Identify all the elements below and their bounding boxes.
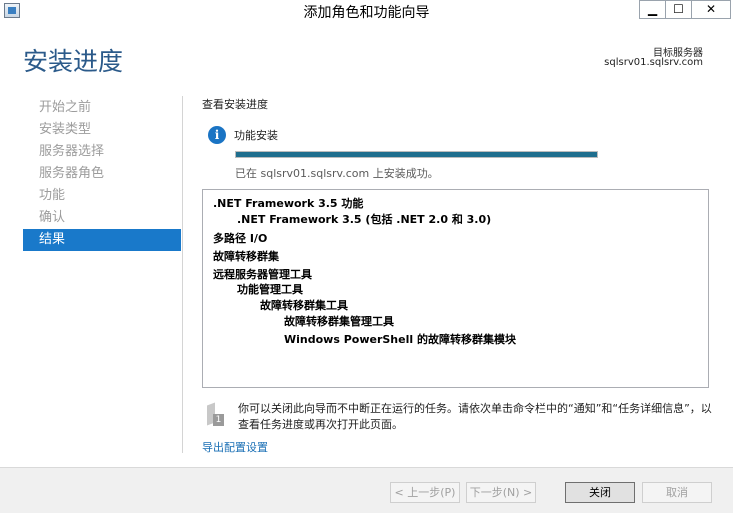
page-title: 安装进度	[23, 47, 124, 76]
close-window-button[interactable]: ✕	[691, 0, 731, 19]
info-icon: i	[208, 126, 226, 144]
install-status-text: 已在 sqlsrv01.sqlsrv.com 上安装成功。	[235, 167, 439, 180]
nav-item-server-selection[interactable]: 服务器选择	[23, 141, 181, 163]
minimize-button[interactable]: ▁	[639, 0, 666, 19]
target-server-name: sqlsrv01.sqlsrv.com	[604, 57, 703, 68]
nav-item-installation-type[interactable]: 安装类型	[23, 119, 181, 141]
nav-divider	[182, 96, 183, 453]
nav-item-results[interactable]: 结果	[23, 229, 181, 251]
result-item: Windows PowerShell 的故障转移群集模块	[284, 333, 516, 346]
progress-fill	[236, 152, 597, 157]
result-item: 故障转移群集工具	[260, 299, 348, 312]
result-item: 故障转移群集管理工具	[284, 315, 394, 328]
previous-button[interactable]: < 上一步(P)	[390, 482, 460, 503]
cancel-button[interactable]: 取消	[642, 482, 712, 503]
result-item: 远程服务器管理工具	[213, 268, 312, 281]
next-button[interactable]: 下一步(N) >	[466, 482, 536, 503]
nav-item-before-you-begin[interactable]: 开始之前	[23, 97, 181, 119]
nav-item-features[interactable]: 功能	[23, 185, 181, 207]
install-progress-bar	[235, 151, 598, 158]
nav-item-confirmation[interactable]: 确认	[23, 207, 181, 229]
close-button[interactable]: 关闭	[565, 482, 635, 503]
result-item: 功能管理工具	[237, 283, 303, 296]
section-title: 查看安装进度	[202, 98, 268, 111]
window-title: 添加角色和功能向导	[303, 5, 430, 21]
title-bar: 添加角色和功能向导 ▁ ☐ ✕	[0, 0, 733, 22]
result-item: 故障转移群集	[213, 250, 279, 263]
export-config-link[interactable]: 导出配置设置	[202, 439, 268, 455]
result-item: .NET Framework 3.5 (包括 .NET 2.0 和 3.0)	[237, 213, 492, 226]
wizard-nav: 开始之前 安装类型 服务器选择 服务器角色 功能 确认 结果	[23, 97, 181, 251]
nav-item-server-roles[interactable]: 服务器角色	[23, 163, 181, 185]
result-item: .NET Framework 3.5 功能	[213, 197, 364, 210]
result-item: 多路径 I/O	[213, 232, 268, 245]
feature-install-label: 功能安装	[234, 129, 278, 142]
notification-flag-icon: 1	[207, 402, 225, 426]
maximize-button[interactable]: ☐	[665, 0, 692, 19]
results-list[interactable]: .NET Framework 3.5 功能 .NET Framework 3.5…	[202, 189, 709, 388]
close-wizard-note: 你可以关闭此向导而不中断正在运行的任务。请依次单击命令栏中的“通知”和“任务详细…	[238, 402, 712, 431]
